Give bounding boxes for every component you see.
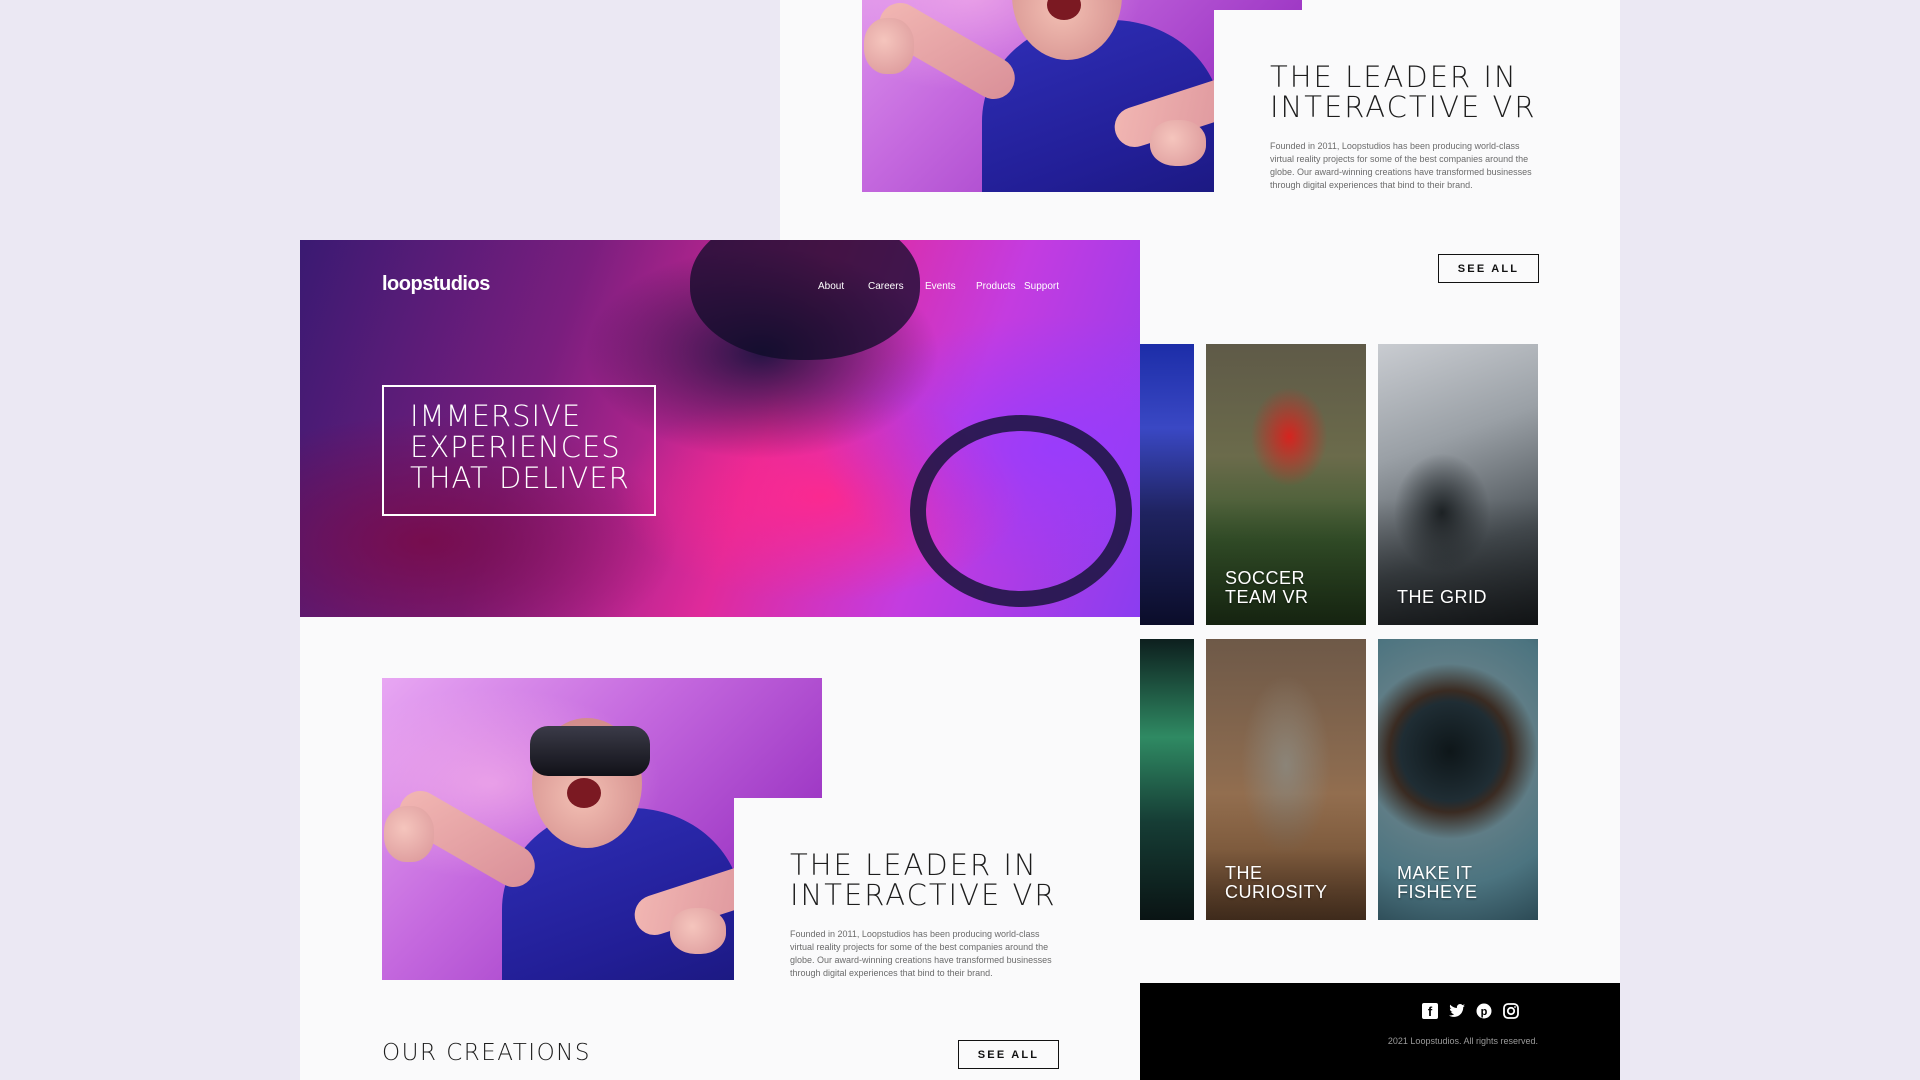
- nav-careers[interactable]: Careers: [868, 281, 904, 292]
- nav-products[interactable]: Products: [976, 281, 1015, 292]
- creation-tile-label: MAKE IT FISHEYE: [1397, 863, 1478, 902]
- nav-events[interactable]: Events: [925, 281, 956, 292]
- twitter-icon[interactable]: [1449, 1003, 1465, 1019]
- creation-tile-soccer-team-vr[interactable]: SOCCER TEAM VR: [1206, 344, 1366, 625]
- leader-title: THE LEADER IN INTERACTIVE VR: [1270, 60, 1537, 125]
- creation-tile-label: SOCCER TEAM VR: [1225, 568, 1309, 607]
- nav-support[interactable]: Support: [1024, 281, 1059, 292]
- creation-tile-label: THE CURIOSITY: [1225, 863, 1328, 902]
- logo[interactable]: loopstudios: [382, 273, 490, 296]
- instagram-icon[interactable]: [1503, 1003, 1519, 1019]
- leader-description: Founded in 2011, Loopstudios has been pr…: [790, 929, 1052, 978]
- creation-tile-partial[interactable]: [1140, 639, 1194, 920]
- hero-title-box: IMMERSIVE EXPERIENCES THAT DELIVER: [382, 385, 656, 516]
- pinterest-icon[interactable]: p: [1476, 1003, 1492, 1019]
- creation-tile-partial[interactable]: [1140, 344, 1194, 625]
- see-all-button[interactable]: SEE ALL: [958, 1040, 1059, 1069]
- creation-tile-the-curiosity[interactable]: THE CURIOSITY: [1206, 639, 1366, 920]
- our-creations-title: OUR CREATIONS: [382, 1040, 591, 1066]
- hero-title: IMMERSIVE EXPERIENCES THAT DELIVER: [410, 399, 630, 495]
- hero-section: loopstudios About Careers Events Product…: [300, 240, 1140, 617]
- creation-tile-label: THE GRID: [1397, 587, 1488, 607]
- svg-text:p: p: [1481, 1006, 1488, 1018]
- leader-title: THE LEADER IN INTERACTIVE VR: [790, 848, 1057, 913]
- creation-tile-the-grid[interactable]: THE GRID: [1378, 344, 1538, 625]
- copyright-text: 2021 Loopstudios. All rights reserved.: [1387, 1036, 1538, 1046]
- see-all-button[interactable]: SEE ALL: [1438, 254, 1539, 283]
- nav-about[interactable]: About: [818, 281, 844, 292]
- creation-tile-make-it-fisheye[interactable]: MAKE IT FISHEYE: [1378, 639, 1538, 920]
- front-page-screenshot: loopstudios About Careers Events Product…: [300, 240, 1140, 1080]
- leader-description: Founded in 2011, Loopstudios has been pr…: [1270, 141, 1532, 190]
- facebook-icon[interactable]: f: [1422, 1003, 1438, 1019]
